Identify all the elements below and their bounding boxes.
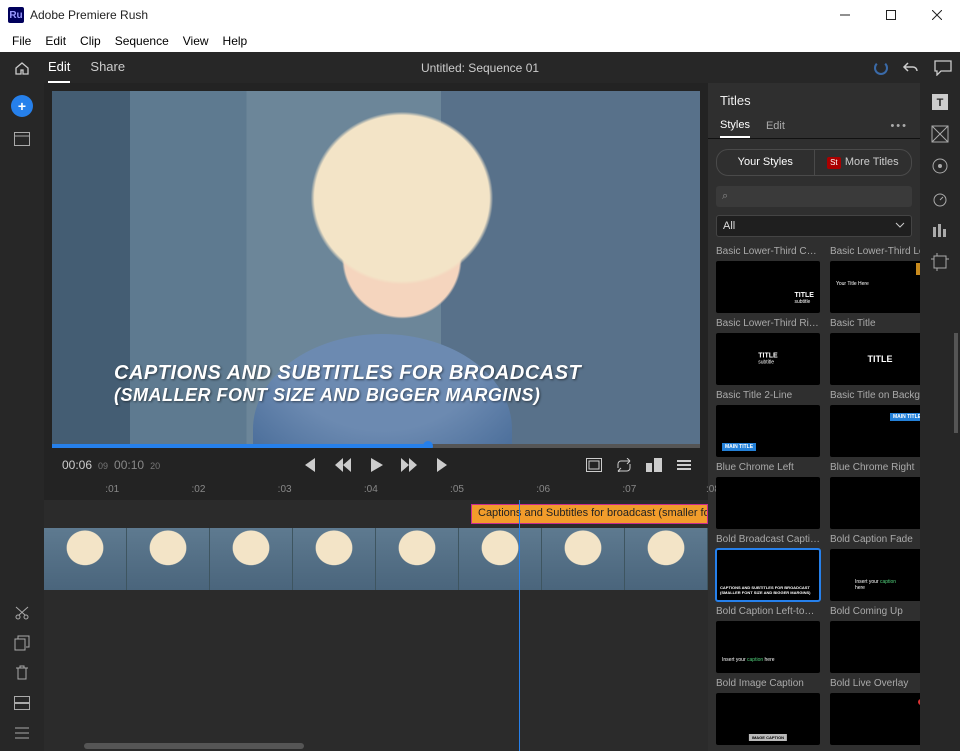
caption-overlay: CAPTIONS AND SUBTITLES FOR BROADCAST (SM… [114, 362, 581, 406]
duplicate-button[interactable] [14, 635, 30, 651]
preset-item[interactable]: Basic Title 2-LineMAIN TITLE [716, 387, 820, 457]
minimize-button[interactable] [822, 0, 868, 30]
go-start-button[interactable] [301, 458, 317, 472]
speed-tool-button[interactable] [931, 189, 949, 207]
play-button[interactable] [369, 458, 383, 472]
os-titlebar: Ru Adobe Premiere Rush [0, 0, 960, 30]
preset-item[interactable]: Bold Image CaptionIMAGE CAPTION [716, 675, 820, 745]
tab-edit[interactable]: Edit [48, 52, 70, 83]
clip-thumb[interactable] [542, 528, 625, 590]
menu-sequence[interactable]: Sequence [109, 32, 175, 50]
go-end-button[interactable] [435, 458, 451, 472]
preset-grid: Basic Lower-Third C…TITLEsubtitle Basic … [708, 241, 920, 751]
menu-edit[interactable]: Edit [39, 32, 72, 50]
tab-share[interactable]: Share [90, 52, 125, 83]
home-button[interactable] [0, 60, 44, 76]
search-input[interactable]: ⌕ [716, 186, 912, 207]
playhead[interactable] [519, 500, 520, 751]
right-rail: T [920, 83, 960, 751]
titles-panel: Titles Styles Edit ••• Your Styles StMor… [708, 83, 920, 751]
clip-thumb[interactable] [127, 528, 210, 590]
clip-thumb[interactable] [625, 528, 708, 590]
your-styles-toggle[interactable]: Your Styles [717, 150, 815, 175]
color-tool-button[interactable] [931, 157, 949, 175]
menu-file[interactable]: File [6, 32, 37, 50]
close-button[interactable] [914, 0, 960, 30]
home-icon [14, 60, 30, 76]
tracks-toggle-button[interactable] [14, 695, 30, 711]
preset-item[interactable]: Blue Chrome Left [716, 459, 820, 529]
menu-clip[interactable]: Clip [74, 32, 107, 50]
left-rail: + [0, 83, 44, 751]
time-ruler[interactable]: :01 :02 :03 :04 :05 :06 :07 :08 [52, 482, 700, 500]
preset-item-selected[interactable]: Bold Broadcast Capti…CAPTIONS AND SUBTIT… [716, 531, 820, 601]
zoom-fit-button[interactable] [646, 458, 662, 472]
add-media-button[interactable]: + [11, 95, 33, 117]
video-track[interactable] [44, 528, 708, 590]
preset-item[interactable]: Basic Title on Backg…MAIN TITLE [830, 387, 920, 457]
preset-item[interactable]: Bold Caption Left-to…Insert your caption… [716, 603, 820, 673]
app-topbar: Edit Share Untitled: Sequence 01 [0, 52, 960, 83]
timeline-scrollbar[interactable] [84, 743, 304, 749]
menubar: File Edit Clip Sequence View Help [0, 30, 960, 52]
expand-tracks-button[interactable] [14, 725, 30, 741]
clip-thumb[interactable] [376, 528, 459, 590]
panel-scrollbar[interactable] [954, 333, 958, 433]
document-title: Untitled: Sequence 01 [421, 61, 539, 75]
project-panel-button[interactable] [14, 131, 30, 147]
step-fwd-button[interactable] [401, 458, 417, 472]
loop-button[interactable] [616, 458, 632, 472]
scissors-button[interactable] [14, 605, 30, 621]
preset-item[interactable]: Bold Coming Up [830, 603, 920, 673]
stock-badge-icon: St [827, 157, 841, 169]
preset-item[interactable]: Bold Live Overlay [830, 675, 920, 745]
category-dropdown[interactable]: All [716, 215, 912, 237]
panel-tab-styles[interactable]: Styles [720, 114, 750, 138]
transform-tool-button[interactable] [931, 253, 949, 271]
audio-tool-button[interactable] [931, 221, 949, 239]
menu-help[interactable]: Help [217, 32, 254, 50]
more-titles-toggle[interactable]: StMore Titles [815, 150, 912, 175]
comment-button[interactable] [934, 60, 952, 76]
svg-text:T: T [937, 97, 944, 109]
title-clip[interactable]: Captions and Subtitles for broadcast (sm… [471, 504, 708, 524]
clip-thumb[interactable] [459, 528, 542, 590]
timecode: 00:0609 00:1020 [62, 458, 160, 472]
sync-spinner-icon [874, 61, 888, 75]
menu-view[interactable]: View [177, 32, 215, 50]
preset-item[interactable]: Bold Caption FadeInsert your caption her… [830, 531, 920, 601]
preset-item[interactable]: Blue Chrome Right [830, 459, 920, 529]
program-monitor[interactable]: CAPTIONS AND SUBTITLES FOR BROADCAST (SM… [52, 91, 700, 448]
step-back-button[interactable] [335, 458, 351, 472]
preset-item[interactable]: Basic TitleTITLE [830, 315, 920, 385]
timeline[interactable]: Captions and Subtitles for broadcast (sm… [44, 500, 708, 751]
app-logo-icon: Ru [8, 7, 24, 23]
clip-thumb[interactable] [210, 528, 293, 590]
transitions-tool-button[interactable] [931, 125, 949, 143]
delete-button[interactable] [14, 665, 30, 681]
clip-thumb[interactable] [293, 528, 376, 590]
undo-button[interactable] [902, 59, 920, 77]
preset-item[interactable]: Basic Lower-Third LeftYour Title Here [830, 243, 920, 313]
preset-item[interactable]: Basic Lower-Third C…TITLEsubtitle [716, 243, 820, 313]
titles-tool-button[interactable]: T [931, 93, 949, 111]
window-title: Adobe Premiere Rush [30, 8, 148, 22]
fullscreen-button[interactable] [586, 458, 602, 472]
panel-tab-edit[interactable]: Edit [766, 115, 785, 137]
panel-menu-button[interactable]: ••• [890, 115, 908, 137]
preset-item[interactable]: Basic Lower-Third Ri…TITLEsubtitle [716, 315, 820, 385]
panel-title: Titles [708, 83, 920, 114]
chevron-down-icon [895, 220, 905, 230]
viewer-menu-button[interactable] [676, 458, 692, 472]
clip-thumb[interactable] [44, 528, 127, 590]
maximize-button[interactable] [868, 0, 914, 30]
